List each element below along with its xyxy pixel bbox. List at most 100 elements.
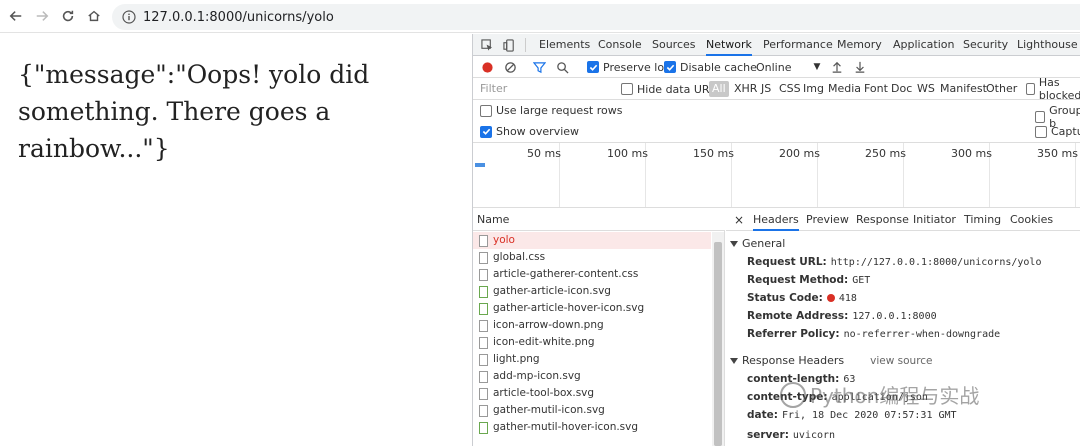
search-icon[interactable] (556, 60, 569, 74)
filter-type-other[interactable]: Other (986, 82, 1017, 95)
request-name: yolo (493, 234, 515, 246)
header-value: GET (852, 275, 871, 286)
home-icon[interactable] (86, 8, 102, 24)
tick-label: 200 ms (779, 147, 820, 160)
document-icon (479, 234, 488, 247)
scroll-thumb[interactable] (714, 242, 722, 446)
header-key: Referrer Policy: (747, 328, 840, 340)
forward-arrow-icon[interactable] (34, 8, 50, 24)
general-section-toggle[interactable]: General (730, 236, 785, 252)
tab-memory[interactable]: Memory (837, 34, 882, 56)
reload-icon[interactable] (60, 8, 76, 24)
tab-timing[interactable]: Timing (964, 209, 1001, 231)
request-name: icon-arrow-down.png (493, 319, 604, 331)
tab-elements[interactable]: Elements (539, 34, 590, 56)
has-blocked-checkbox[interactable]: Has blocked (1026, 76, 1080, 102)
request-name: article-tool-box.svg (493, 387, 595, 399)
filter-type-css[interactable]: CSS (779, 82, 801, 95)
request-row[interactable]: icon-edit-white.png (473, 334, 711, 351)
filter-input[interactable]: Filter (477, 81, 609, 97)
request-list: Name yolo global.css article-gatherer-co… (473, 209, 725, 446)
close-icon[interactable]: × (734, 209, 744, 231)
request-row[interactable]: article-tool-box.svg (473, 385, 711, 402)
file-icon (479, 353, 488, 366)
response-headers-section-toggle[interactable]: Response Headers view source (730, 353, 933, 369)
preserve-log-checkbox[interactable]: Preserve log (587, 60, 671, 74)
header-key: Request URL: (747, 256, 827, 268)
inspect-element-icon[interactable] (480, 38, 494, 52)
request-name: add-mp-icon.svg (493, 370, 581, 382)
request-timing-bar (475, 163, 485, 167)
request-detail-panel: × Headers Preview Response Initiator Tim… (726, 209, 1080, 446)
checkbox-empty (1026, 83, 1035, 95)
import-har-icon[interactable] (831, 60, 843, 74)
request-row[interactable]: gather-mutil-icon.svg (473, 402, 711, 419)
file-icon (479, 319, 488, 332)
request-row[interactable]: light.png (473, 351, 711, 368)
request-list-scrollbar[interactable] (712, 232, 724, 446)
network-overview-timeline[interactable]: 50 ms 100 ms 150 ms 200 ms 250 ms 300 ms… (473, 142, 1080, 208)
dropdown-caret-icon: ▼ (813, 62, 821, 72)
tab-lighthouse[interactable]: Lighthouse (1017, 34, 1078, 56)
tab-network[interactable]: Network (706, 34, 752, 56)
column-header-name[interactable]: Name (473, 209, 725, 231)
tab-performance[interactable]: Performance (763, 34, 833, 56)
request-row[interactable]: gather-article-hover-icon.svg (473, 300, 711, 317)
watermark: Python编程与实战 (780, 380, 979, 409)
clear-icon[interactable] (504, 60, 517, 74)
devtools-panel: Elements Console Sources Network Perform… (472, 34, 1080, 446)
capture-screenshots-checkbox[interactable]: Captur (1035, 125, 1080, 138)
json-response-text: {"message":"Oops! yolo did something. Th… (18, 60, 370, 163)
info-icon[interactable] (122, 10, 136, 24)
disable-cache-checkbox[interactable]: Disable cache (664, 60, 757, 74)
request-row[interactable]: add-mp-icon.svg (473, 368, 711, 385)
record-icon[interactable] (481, 60, 494, 74)
has-blocked-label: Has blocked (1038, 76, 1080, 102)
filter-funnel-icon[interactable] (533, 60, 546, 74)
tab-sources[interactable]: Sources (652, 34, 696, 56)
tab-cookies[interactable]: Cookies (1010, 209, 1053, 231)
filter-type-media[interactable]: Media (828, 82, 861, 95)
large-rows-checkbox[interactable]: Use large request rows (480, 104, 622, 117)
request-method-row: Request Method: GET (747, 272, 870, 288)
filter-type-js[interactable]: JS (761, 82, 771, 95)
tab-application[interactable]: Application (893, 34, 954, 56)
filter-type-doc[interactable]: Doc (891, 82, 912, 95)
referrer-policy-row: Referrer Policy: no-referrer-when-downgra… (747, 326, 1000, 342)
request-row[interactable]: global.css (473, 249, 711, 266)
general-section-label: General (742, 237, 786, 250)
tab-preview[interactable]: Preview (806, 209, 849, 231)
filter-type-ws[interactable]: WS (917, 82, 935, 95)
request-url-row: Request URL: http://127.0.0.1:8000/unicor… (747, 254, 1041, 270)
filter-type-font[interactable]: Font (864, 82, 888, 95)
header-key: Status Code: (747, 292, 823, 304)
tab-console[interactable]: Console (598, 34, 642, 56)
hide-data-urls-checkbox[interactable]: Hide data URLs (621, 82, 721, 96)
request-row-yolo[interactable]: yolo (473, 232, 711, 249)
throttle-select[interactable]: Online ▼ (756, 60, 820, 74)
filter-type-manifest[interactable]: Manifest (940, 82, 987, 95)
filter-type-all[interactable]: All (709, 81, 729, 97)
filter-type-img[interactable]: Img (803, 82, 824, 95)
network-filter-bar: Filter Hide data URLs All XHR JS CSS Img… (473, 76, 1080, 102)
export-har-icon[interactable] (854, 60, 866, 74)
show-overview-checkbox[interactable]: Show overview (480, 125, 579, 138)
request-row[interactable]: icon-arrow-down.png (473, 317, 711, 334)
tab-initiator[interactable]: Initiator (913, 209, 956, 231)
tab-response[interactable]: Response (856, 209, 909, 231)
request-row[interactable]: gather-article-icon.svg (473, 283, 711, 300)
checkmark-icon (664, 61, 676, 73)
device-toolbar-icon[interactable] (502, 38, 516, 52)
tab-security[interactable]: Security (963, 34, 1008, 56)
tab-headers[interactable]: Headers (753, 209, 799, 231)
wechat-logo-icon (780, 381, 806, 408)
url-text: 127.0.0.1:8000/unicorns/yolo (143, 9, 334, 25)
checkmark-icon (587, 61, 599, 73)
view-source-link[interactable]: view source (870, 353, 932, 369)
filter-type-xhr[interactable]: XHR (734, 82, 757, 95)
back-arrow-icon[interactable] (8, 8, 24, 24)
address-bar[interactable]: 127.0.0.1:8000/unicorns/yolo (112, 4, 1080, 30)
request-row[interactable]: gather-mutil-hover-icon.svg (473, 419, 711, 436)
request-row[interactable]: article-gatherer-content.css (473, 266, 711, 283)
request-name: gather-article-hover-icon.svg (493, 302, 645, 314)
